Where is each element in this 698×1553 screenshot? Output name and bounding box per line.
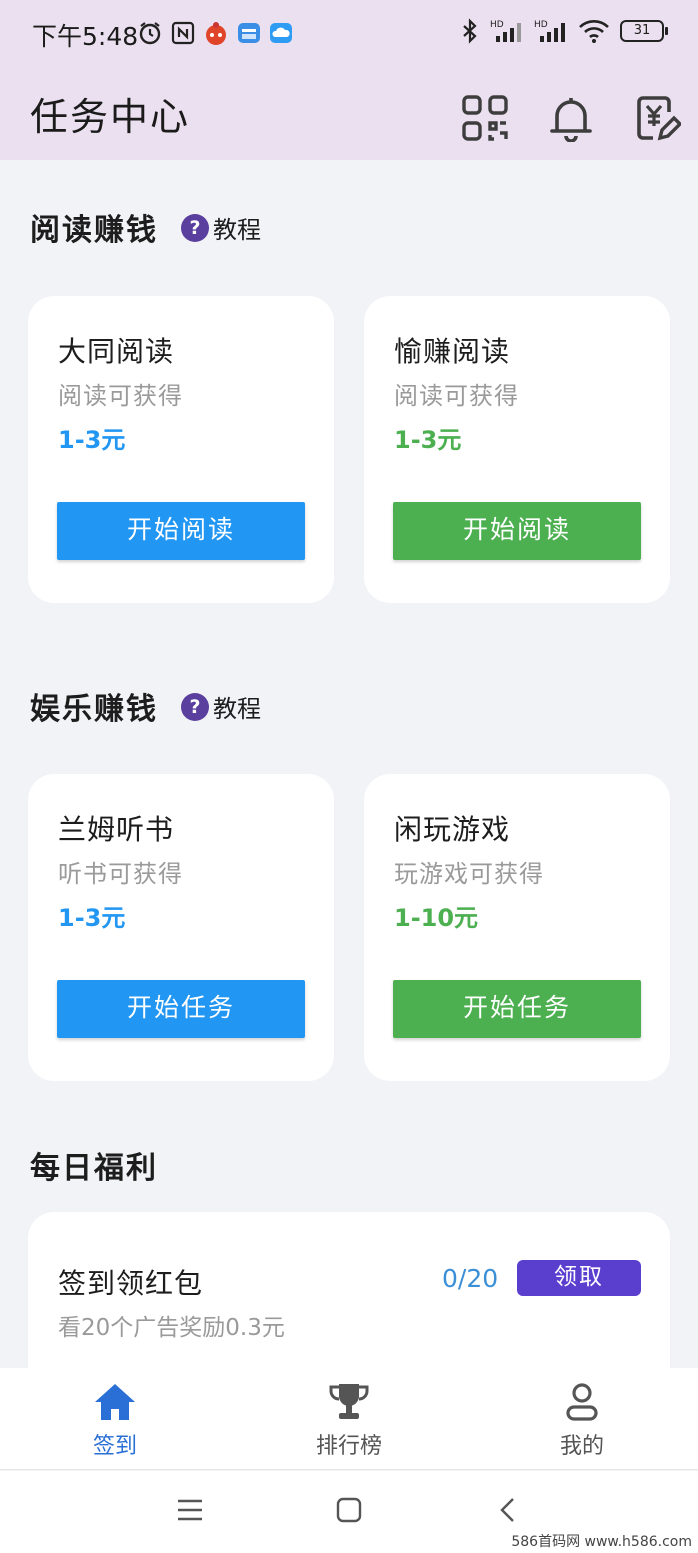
daily-task-desc: 看20个广告奖励0.3元 [58,1315,285,1341]
card-reward: 1-3元 [394,426,462,454]
home-square-icon[interactable] [336,1497,362,1523]
card-name: 闲玩游戏 [394,813,511,846]
start-reading-button[interactable]: 开始阅读 [57,502,305,560]
page-title: 任务中心 [30,95,191,139]
svg-text:HD: HD [490,20,504,30]
task-card-datong: 大同阅读 阅读可获得 1-3元 开始阅读 [28,296,334,603]
cloud-app-icon [270,23,292,43]
nav-label: 排行榜 [315,1434,382,1459]
claim-button[interactable]: 领取 [517,1260,641,1296]
daily-task-name: 签到领红包 [58,1267,204,1300]
home-icon [95,1384,135,1420]
tutorial-link-entertainment[interactable]: ? 教程 [181,689,261,724]
wifi-icon [579,20,609,43]
nav-label: 我的 [559,1434,604,1459]
menu-icon[interactable] [176,1497,204,1523]
start-task-button[interactable]: 开始任务 [57,980,305,1038]
watermark: 586首码网 www.h586.com [511,1534,692,1550]
nav-item-mine[interactable]: 我的 [522,1382,642,1460]
help-icon: ? [181,692,209,721]
card-subtitle: 阅读可获得 [394,382,519,410]
daily-task-progress: 0/20 [442,1264,499,1293]
card-app-icon [238,23,260,43]
card-name: 愉赚阅读 [394,335,511,368]
user-icon [566,1383,598,1421]
bell-icon[interactable] [547,94,595,142]
card-subtitle: 玩游戏可获得 [394,860,544,888]
bluetooth-icon [463,18,477,44]
card-reward: 1-3元 [58,426,126,454]
task-card-xianwan: 闲玩游戏 玩游戏可获得 1-10元 开始任务 [364,774,670,1081]
section-title-reading: 阅读赚钱 [30,213,158,248]
section-title-entertainment: 娱乐赚钱 [30,692,158,727]
app-notification-icon [206,22,226,45]
battery-indicator: 31 [620,20,668,42]
status-right: HD HD 31 [460,18,668,44]
help-icon: ? [181,213,209,242]
status-bar: 下午5:48 HD HD 31 [0,0,698,68]
nav-label: 签到 [92,1434,137,1459]
back-icon[interactable] [498,1497,518,1523]
card-name: 大同阅读 [58,335,175,368]
section-title-daily: 每日福利 [30,1151,158,1186]
nfc-icon [171,21,195,45]
card-name: 兰姆听书 [58,813,175,846]
bottom-nav: 签到 排行榜 我的 [0,1368,698,1470]
svg-text:HD: HD [534,20,548,30]
card-subtitle: 听书可获得 [58,860,183,888]
task-card-lanmu: 兰姆听书 听书可获得 1-3元 开始任务 [28,774,334,1081]
trophy-icon [329,1384,369,1419]
tutorial-link-reading[interactable]: ? 教程 [181,210,261,245]
tutorial-label: 教程 [213,695,261,723]
signal-icon: HD [534,20,565,42]
qr-code-icon[interactable] [461,94,509,142]
system-nav-bar: 586首码网 www.h586.com [0,1471,698,1553]
tutorial-label: 教程 [213,216,261,244]
task-card-yuzhuan: 愉赚阅读 阅读可获得 1-3元 开始阅读 [364,296,670,603]
top-area: 下午5:48 HD HD 31 任务中心 [0,0,698,160]
nav-item-checkin[interactable]: 签到 [55,1382,175,1460]
start-task-button[interactable]: 开始任务 [393,980,641,1038]
nav-item-ranking[interactable]: 排行榜 [289,1382,409,1460]
signal-icon: HD [490,20,521,42]
card-reward: 1-10元 [394,904,479,932]
card-reward: 1-3元 [58,904,126,932]
status-time: 下午5:48 [32,22,139,51]
alarm-icon [139,22,161,45]
card-subtitle: 阅读可获得 [58,382,183,410]
start-reading-button[interactable]: 开始阅读 [393,502,641,560]
withdraw-edit-icon[interactable] [633,94,681,142]
